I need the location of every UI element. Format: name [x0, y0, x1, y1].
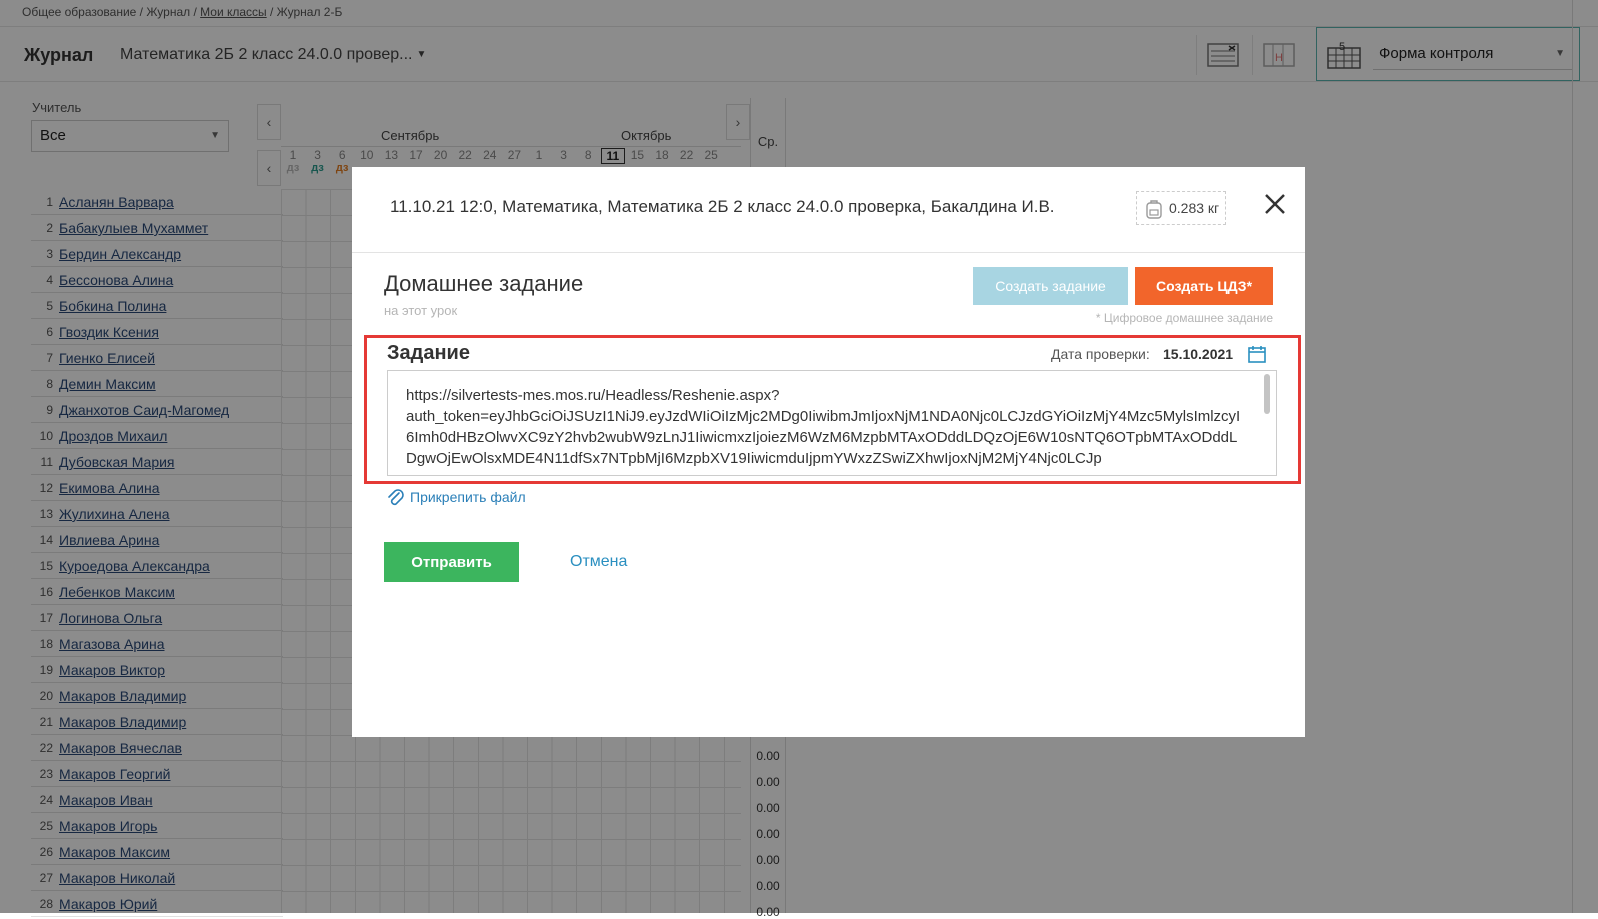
create-task-button[interactable]: Создать задание: [973, 267, 1128, 305]
create-cdz-button[interactable]: Создать ЦДЗ*: [1135, 267, 1273, 305]
attach-file-link[interactable]: Прикрепить файл: [386, 487, 526, 507]
homework-subtitle: на этот урок: [384, 303, 458, 318]
send-button[interactable]: Отправить: [384, 542, 519, 582]
paperclip-icon: [388, 489, 404, 506]
homework-modal: 11.10.21 12:0, Математика, Математика 2Б…: [352, 167, 1305, 737]
lesson-title: 11.10.21 12:0, Математика, Математика 2Б…: [390, 197, 1055, 216]
close-icon: [1265, 194, 1285, 214]
textarea-scrollbar[interactable]: [1264, 374, 1270, 414]
attach-file-label: Прикрепить файл: [410, 489, 526, 505]
due-date-value[interactable]: 15.10.2021: [1163, 346, 1233, 362]
cancel-button[interactable]: Отмена: [564, 542, 664, 582]
close-modal-button[interactable]: [1260, 189, 1290, 219]
backpack-weight-badge: 0.283 кг: [1136, 191, 1226, 225]
backpack-icon: [1146, 200, 1162, 219]
task-highlight-box: Задание Дата проверки: 15.10.2021 https:…: [364, 335, 1301, 484]
calendar-icon[interactable]: [1247, 344, 1267, 364]
backpack-weight: 0.283 кг: [1169, 200, 1220, 216]
due-date-label: Дата проверки:: [1051, 346, 1150, 362]
cdz-footnote: * Цифровое домашнее задание: [1095, 311, 1273, 325]
task-label: Задание: [387, 342, 470, 364]
modal-header: 11.10.21 12:0, Математика, Математика 2Б…: [352, 167, 1305, 253]
task-textarea[interactable]: https://silvertests-mes.mos.ru/Headless/…: [387, 370, 1277, 476]
homework-title: Домашнее задание: [384, 271, 584, 296]
